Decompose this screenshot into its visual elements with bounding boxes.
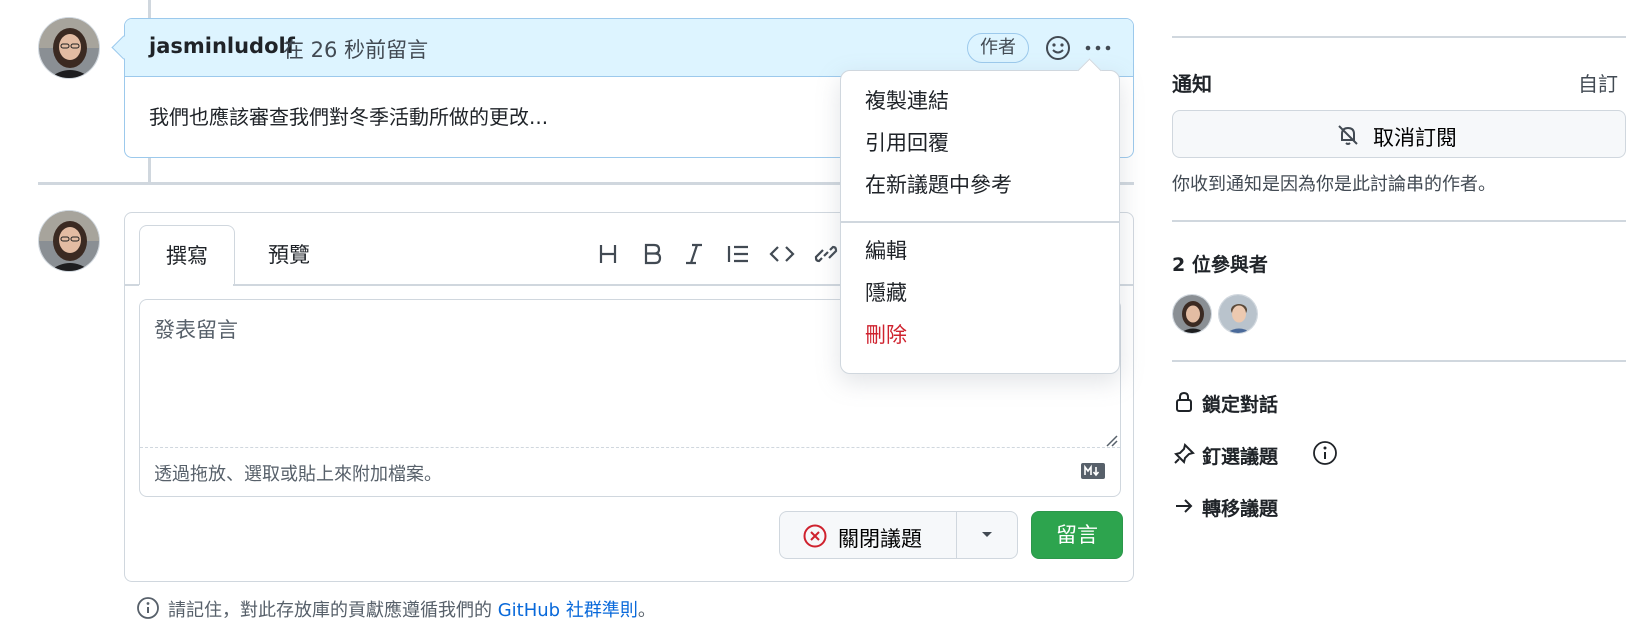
- guideline-text-end: 。: [637, 600, 656, 621]
- sidebar-divider: [1172, 360, 1626, 362]
- menu-item-delete[interactable]: 刪除: [865, 319, 907, 349]
- guideline-text: 請記住，對此存放庫的貢獻應遵循我們的: [168, 600, 498, 621]
- sidebar-divider: [1172, 36, 1626, 38]
- menu-item-hide[interactable]: 隱藏: [865, 277, 907, 307]
- menu-item-quote-reply[interactable]: 引用回覆: [865, 127, 949, 157]
- comment-header: jasminludolf 在 26 秒前留言 作者: [125, 19, 1133, 77]
- arrow-right-icon: [1172, 494, 1196, 518]
- author-badge: 作者: [967, 33, 1029, 63]
- comment-body: 我們也應該審查我們對冬季活動所做的更改...: [149, 105, 549, 129]
- comment-author-avatar[interactable]: [38, 17, 100, 79]
- participant-avatar[interactable]: [1218, 294, 1258, 334]
- menu-divider: [841, 221, 1119, 223]
- tab-divider: [125, 284, 139, 286]
- pin-issue-label: 釘選議題: [1202, 446, 1279, 468]
- community-guidelines-link[interactable]: GitHub 社群準則: [498, 600, 638, 621]
- lock-icon: [1172, 390, 1196, 414]
- notification-reason: 你收到通知是因為你是此討論串的作者。: [1172, 174, 1496, 195]
- quote-list-icon[interactable]: [723, 239, 753, 269]
- participant-avatar[interactable]: [1172, 294, 1212, 334]
- info-icon: [136, 596, 160, 620]
- attach-files-hint[interactable]: 透過拖放、選取或貼上來附加檔案。: [154, 460, 442, 486]
- info-icon[interactable]: [1312, 440, 1338, 466]
- x-circle-icon: [802, 523, 828, 549]
- link-icon[interactable]: [811, 239, 841, 269]
- close-issue-label: 關閉議題: [838, 528, 922, 551]
- kebab-menu-icon[interactable]: [1081, 33, 1115, 63]
- submit-comment-button[interactable]: 留言: [1031, 511, 1123, 559]
- markdown-icon[interactable]: [1080, 462, 1106, 480]
- triangle-down-icon: [982, 531, 992, 537]
- comment-options-menu: 複製連結 引用回覆 在新議題中參考 編輯 隱藏 刪除: [840, 70, 1120, 374]
- comment-timestamp[interactable]: 在 26 秒前留言: [283, 34, 428, 64]
- menu-item-edit[interactable]: 編輯: [865, 235, 907, 265]
- bell-slash-icon: [1335, 122, 1361, 148]
- resize-handle-icon[interactable]: [1104, 432, 1118, 447]
- transfer-issue-label: 轉移議題: [1202, 498, 1279, 520]
- tab-write[interactable]: 撰寫: [139, 225, 235, 285]
- close-issue-button[interactable]: 關閉議題: [779, 511, 957, 559]
- unsubscribe-label: 取消訂閱: [1373, 127, 1457, 150]
- comment-author-link[interactable]: jasminludolf: [149, 34, 295, 58]
- notifications-title: 通知: [1172, 72, 1212, 96]
- pin-icon: [1172, 442, 1196, 466]
- code-icon[interactable]: [767, 239, 797, 269]
- bold-icon[interactable]: [637, 239, 667, 269]
- close-options-dropdown-button[interactable]: [956, 511, 1018, 559]
- participants-title: 2 位參與者: [1172, 254, 1268, 276]
- tab-preview[interactable]: 預覽: [241, 225, 337, 285]
- menu-item-reference-in-new-issue[interactable]: 在新議題中參考: [865, 169, 1012, 199]
- current-user-avatar[interactable]: [38, 210, 100, 272]
- lock-conversation-label: 鎖定對話: [1202, 394, 1279, 416]
- italic-icon[interactable]: [679, 239, 709, 269]
- heading-icon[interactable]: [593, 239, 623, 269]
- smiley-icon[interactable]: [1043, 33, 1073, 63]
- sidebar-divider: [1172, 220, 1626, 222]
- menu-item-copy-link[interactable]: 複製連結: [865, 85, 949, 115]
- unsubscribe-button[interactable]: 取消訂閱: [1172, 110, 1626, 158]
- customize-notifications-link[interactable]: 自訂: [1578, 68, 1618, 97]
